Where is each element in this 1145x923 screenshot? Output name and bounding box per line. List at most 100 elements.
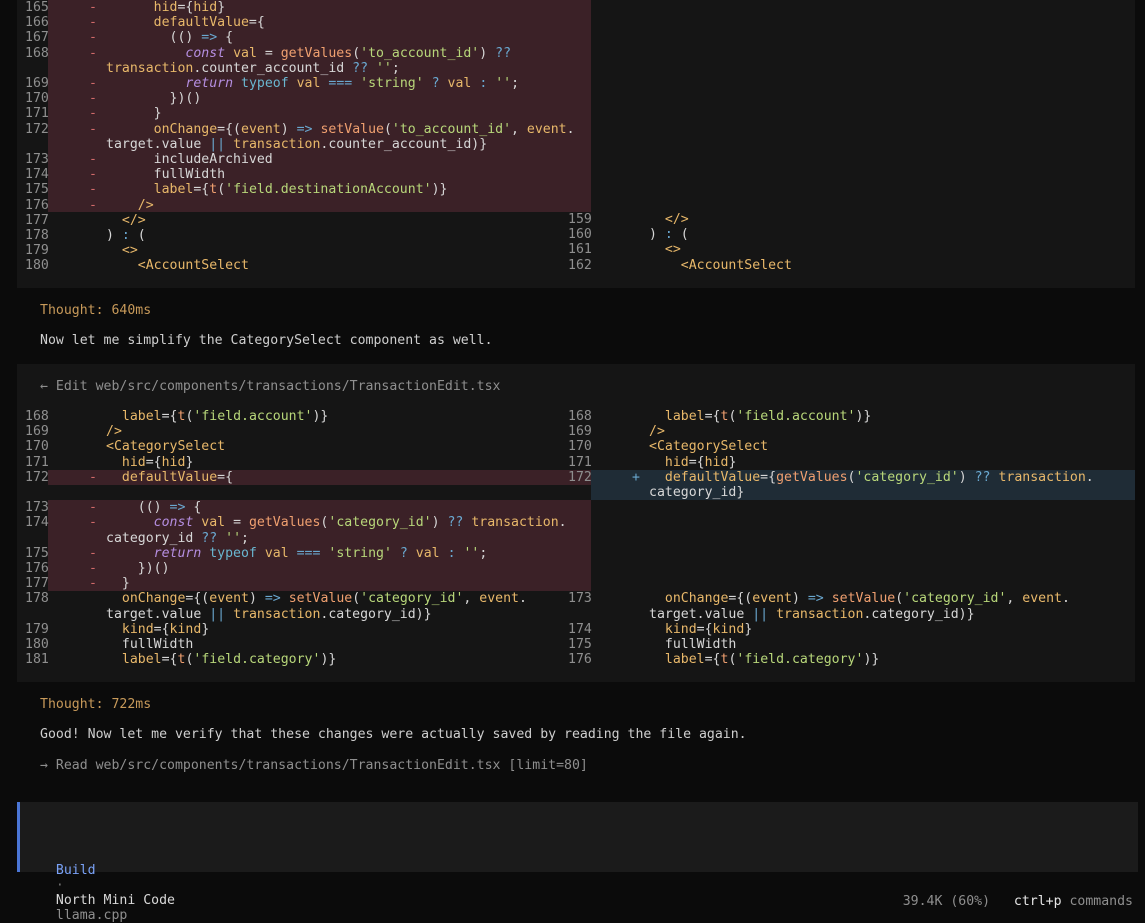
line-number: 176 — [25, 561, 49, 576]
code-text: (() => { — [106, 30, 234, 46]
diff-marker: - — [89, 152, 97, 167]
diff-marker: - — [89, 500, 97, 516]
token-usage: 39.4K (60%) — [902, 894, 991, 909]
diff-marker: - — [89, 469, 97, 485]
line-number: 173 — [568, 591, 592, 607]
code-text: </> — [121, 212, 146, 228]
provider-name: llama.cpp — [55, 908, 128, 923]
line-number: 171 — [25, 454, 49, 470]
mode-label[interactable]: Build — [56, 863, 96, 878]
code-text: (() => { — [106, 500, 202, 516]
code-text: fullWidth — [649, 637, 737, 652]
line-number: 180 — [25, 258, 49, 274]
line-number: 178 — [25, 591, 49, 607]
code-text: })() — [106, 91, 202, 107]
line-number: 179 — [25, 621, 49, 637]
diff-panel-account: 165 - hid={hid} 166 - defaultValue={167 - ((… — [17, 0, 1135, 288]
code-text: } — [106, 106, 162, 122]
model-name[interactable]: North Mini Code — [56, 893, 175, 908]
line-number: 160 — [568, 227, 592, 243]
line-number: 173 — [25, 500, 49, 516]
code-text: defaultValue={ — [153, 15, 265, 31]
line-number: 168 — [568, 409, 592, 424]
agent-status: Build · North Mini Code llama.cpp — [40, 848, 175, 923]
line-number: 176 — [568, 652, 592, 668]
line-number: 177 — [25, 212, 49, 228]
diff-marker: - — [89, 197, 97, 213]
edit-header[interactable]: ← Edit web/src/components/transactions/T… — [40, 379, 501, 394]
shortcut-key: ctrl+p — [1013, 894, 1062, 909]
code-text: })() — [106, 561, 170, 576]
code-text: /> — [106, 424, 122, 440]
code-text: target.value || transaction.category_id)… — [649, 606, 975, 622]
code-text: <> — [121, 243, 138, 259]
line-number: 170 — [25, 439, 49, 455]
line-number: 170 — [568, 439, 592, 455]
code-text: defaultValue={ — [121, 469, 234, 485]
line-number: 174 — [568, 621, 592, 637]
code-text: fullWidth — [106, 167, 226, 183]
code-text: defaultValue={getValues('category_id') ?… — [664, 469, 1094, 485]
code-text: onChange={(event) => setValue('to_accoun… — [153, 121, 575, 137]
code-text: target.value || transaction.counter_acco… — [106, 136, 488, 152]
line-number: 172 — [25, 469, 49, 485]
code-text: ) : ( — [649, 227, 689, 243]
diff-marker: - — [89, 30, 97, 46]
code-text: hid={hid} — [121, 454, 194, 470]
code-text: includeArchived — [106, 152, 273, 167]
assistant-message: Good! Now let me verify that these chang… — [40, 727, 747, 742]
line-number: 159 — [568, 212, 592, 227]
code-text: kind={kind} — [121, 621, 210, 637]
diff-marker: - — [89, 576, 97, 592]
code-text: /> — [649, 424, 665, 440]
line-number: 179 — [25, 243, 49, 259]
diff-marker: - — [89, 0, 97, 15]
line-number: 169 — [25, 76, 49, 91]
diff-panel-category: ← Edit web/src/components/transactions/T… — [17, 364, 1135, 682]
line-number: 173 — [25, 152, 49, 167]
line-number: 166 — [25, 15, 49, 31]
footer-bar: 39.4K (60%) ctrl+p commands — [887, 879, 1133, 909]
line-number: 169 — [568, 424, 592, 440]
line-number: 175 — [25, 545, 49, 561]
line-number: 174 — [25, 167, 49, 183]
line-number: 167 — [25, 30, 49, 46]
diff-marker: - — [89, 76, 97, 91]
diff-marker: - — [89, 45, 97, 61]
line-number: 175 — [568, 637, 592, 652]
diff-marker: - — [89, 15, 97, 31]
assistant-message: Now let me simplify the CategorySelect c… — [40, 333, 493, 348]
code-text: } — [106, 576, 130, 592]
code-text: fullWidth — [106, 637, 194, 652]
diff-marker: - — [89, 91, 97, 107]
code-text: hid={hid} — [664, 454, 737, 470]
line-number: 161 — [568, 242, 592, 258]
shortcut-label[interactable]: commands — [1069, 894, 1133, 909]
thought-label: Thought: 722ms — [40, 697, 152, 712]
separator: · — [55, 878, 64, 893]
diff-marker: - — [89, 106, 97, 122]
line-number: 172 — [25, 121, 49, 137]
code-text: kind={kind} — [664, 621, 753, 637]
diff-marker: - — [89, 167, 97, 183]
line-number: 168 — [25, 45, 49, 61]
line-number: 171 — [568, 454, 592, 470]
code-text: category_id} — [649, 485, 745, 500]
code-text: label={t('field.account')} — [121, 409, 329, 424]
code-text: <AccountSelect — [680, 257, 792, 273]
line-number: 168 — [25, 409, 49, 424]
prompt-input[interactable] — [17, 802, 1138, 872]
diff-marker: - — [89, 121, 97, 137]
line-number: 175 — [25, 182, 49, 198]
code-text: label={t('field.account')} — [664, 409, 872, 424]
code-text: <CategorySelect — [649, 439, 769, 455]
diff-marker: - — [89, 182, 97, 198]
read-tool-call[interactable]: → Read web/src/components/transactions/T… — [40, 758, 588, 773]
diff-marker: + — [632, 469, 640, 485]
line-number: 172 — [568, 469, 592, 485]
code-text: <> — [664, 242, 681, 258]
line-number: 181 — [25, 652, 49, 668]
code-text: label={t('field.destinationAccount')} — [153, 182, 448, 198]
code-text: const val = getValues('category_id') ?? … — [153, 515, 567, 531]
code-text: const val = getValues('to_account_id') ?… — [185, 45, 512, 61]
